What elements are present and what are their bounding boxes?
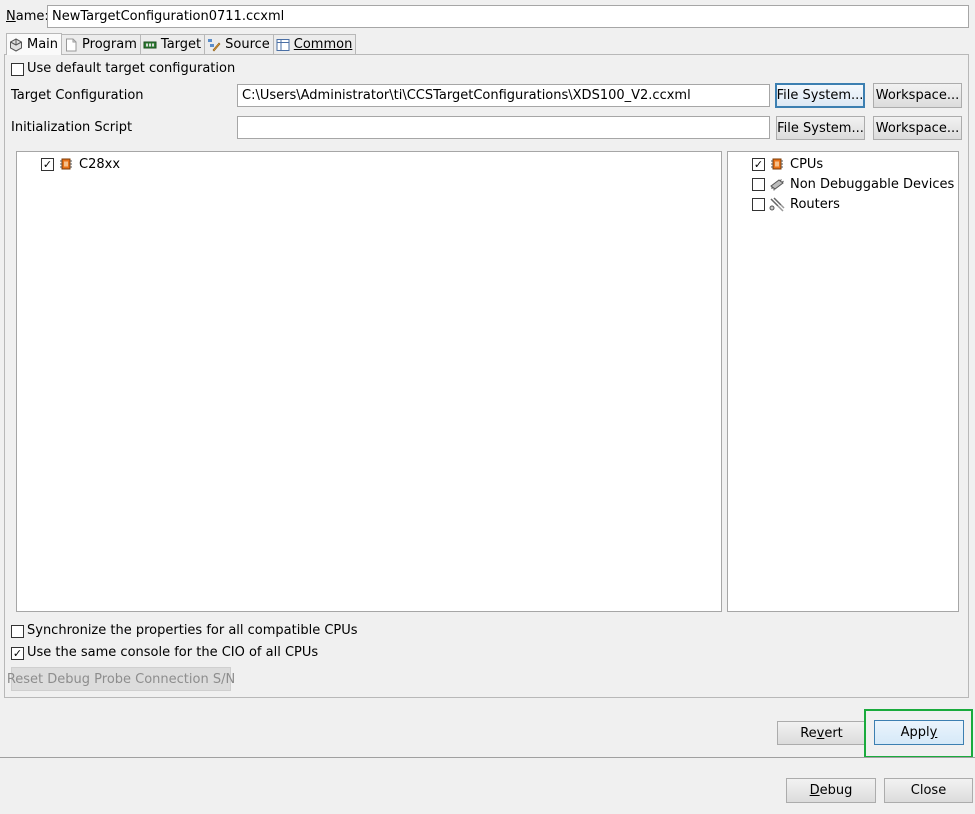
tab-main[interactable]: Main <box>6 33 63 55</box>
tree-item-c28xx[interactable]: ✓ C28xx <box>41 155 120 173</box>
reset-debug-probe-button[interactable]: Reset Debug Probe Connection S/N <box>7 667 235 691</box>
tab-program-label: Program <box>82 37 137 52</box>
filter-item-routers[interactable]: Routers <box>752 195 840 213</box>
filter-item-label: CPUs <box>790 156 824 172</box>
debug-button[interactable]: Debug <box>786 778 876 803</box>
debug-label-post: ebug <box>819 783 853 798</box>
tab-source[interactable]: Source <box>204 34 274 54</box>
tree-item-label: C28xx <box>79 156 121 172</box>
sync-properties-label: Synchronize the properties for all compa… <box>27 623 358 638</box>
target-config-file-system-button[interactable]: File System... <box>775 83 865 108</box>
cpu-chip-icon <box>58 156 74 172</box>
apply-highlight-box <box>864 709 973 758</box>
board-icon <box>143 38 157 52</box>
tab-common-label: Common <box>293 37 353 52</box>
same-console-checkbox[interactable]: ✓ <box>11 647 24 660</box>
filter-item-label: Routers <box>790 196 840 212</box>
router-icon <box>769 196 785 212</box>
filter-tree[interactable]: ✓ CPUs Non Debuggable Devices Routers <box>727 151 959 612</box>
use-default-label: Use default target configuration <box>27 61 236 76</box>
chip-icon <box>769 176 785 192</box>
tab-source-label: Source <box>225 37 270 52</box>
tab-main-label: Main <box>27 37 59 52</box>
dialog-separator <box>0 757 975 758</box>
name-input[interactable]: NewTargetConfiguration0711.ccxml <box>47 5 969 28</box>
target-config-input[interactable]: C:\Users\Administrator\ti\CCSTargetConfi… <box>237 84 770 107</box>
init-script-workspace-button[interactable]: Workspace... <box>873 116 962 140</box>
tab-common[interactable]: Common <box>272 34 357 54</box>
tab-target[interactable]: Target <box>139 34 206 54</box>
target-config-label: Target Configuration <box>11 88 144 103</box>
filter-item-cpus[interactable]: ✓ CPUs <box>752 155 823 173</box>
cpu-tree[interactable]: ✓ C28xx <box>16 151 722 612</box>
debug-label-underlined: D <box>809 783 820 798</box>
document-icon <box>64 38 78 52</box>
use-default-checkbox[interactable] <box>11 63 24 76</box>
c28xx-checkbox[interactable]: ✓ <box>41 157 54 171</box>
revert-label-underlined: v <box>816 725 825 741</box>
filter-item-non-debuggable[interactable]: Non Debuggable Devices <box>752 175 954 193</box>
init-script-input[interactable] <box>237 116 770 139</box>
revert-label-pre: Re <box>800 725 817 741</box>
name-label: Name: <box>6 9 49 24</box>
sync-properties-checkbox[interactable] <box>11 625 24 638</box>
tab-target-label: Target <box>160 37 202 52</box>
init-script-label: Initialization Script <box>11 120 133 135</box>
source-lookup-icon <box>207 38 221 52</box>
cpu-chip-icon <box>769 156 785 172</box>
tab-program[interactable]: Program <box>61 34 141 54</box>
same-console-label: Use the same console for the CIO of all … <box>27 645 319 660</box>
revert-button[interactable]: Re v ert <box>777 721 866 745</box>
non-debuggable-checkbox[interactable] <box>752 177 765 191</box>
routers-checkbox[interactable] <box>752 197 765 211</box>
table-icon <box>276 38 290 52</box>
gear-cube-icon <box>9 37 23 52</box>
tab-bar: Main Program Target Source Common <box>6 33 357 55</box>
close-button[interactable]: Close <box>884 778 973 803</box>
filter-item-label: Non Debuggable Devices <box>790 176 955 192</box>
init-script-file-system-button[interactable]: File System... <box>776 116 865 140</box>
target-config-workspace-button[interactable]: Workspace... <box>873 83 962 108</box>
revert-label-post: ert <box>824 725 843 741</box>
cpus-checkbox[interactable]: ✓ <box>752 157 765 171</box>
